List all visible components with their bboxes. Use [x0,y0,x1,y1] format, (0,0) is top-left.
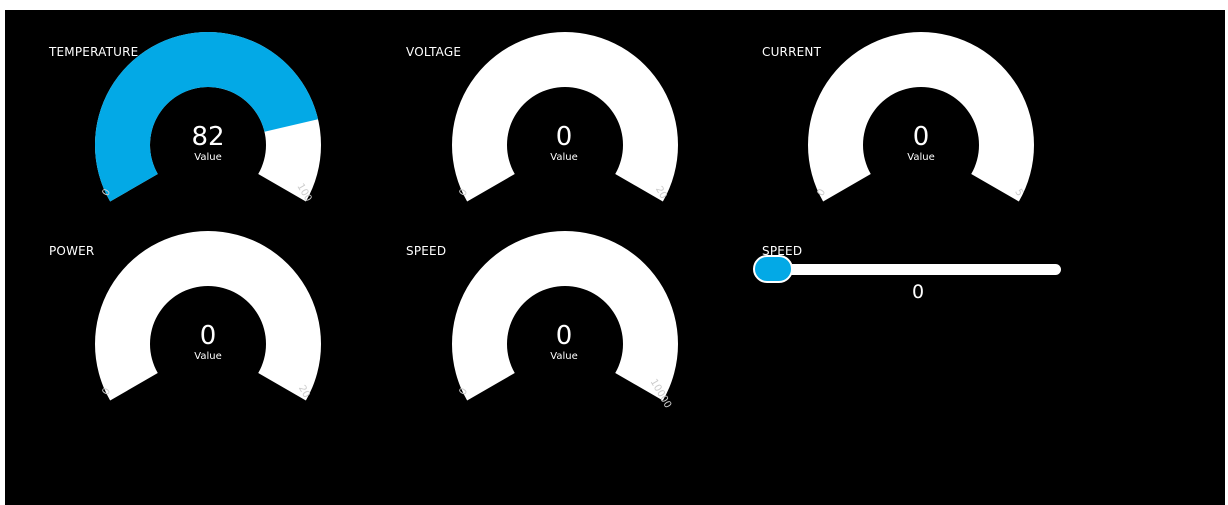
gauge-speed: SPEED 0 Value 0 10000 [406,231,706,414]
gauge-value: 0 [555,321,573,351]
slider-value: 0 [911,281,925,303]
gauge-track [95,231,321,401]
gauge-value: 0 [912,122,930,152]
gauge-current: CURRENT 0 Value 0 5 [762,32,1062,215]
gauge-track [808,32,1034,202]
gauge-value: 0 [199,321,217,351]
gauge-track [452,32,678,202]
gauge-value: 82 [191,122,225,152]
gauge-value: 0 [555,122,573,152]
gauge-caption: Value [194,351,222,362]
gauge-caption: Value [550,351,578,362]
gauge-track [452,231,678,401]
speed-slider-track[interactable] [768,264,1061,275]
gauge-caption: Value [907,152,935,163]
gauge-temperature: TEMPERATURE 82 Value 0 100 [49,31,349,215]
speed-slider-handle[interactable] [753,255,793,283]
gauge-caption: Value [194,152,222,163]
gauge-voltage: VOLTAGE 0 Value 0 20 [406,32,706,215]
gauge-power: POWER 0 Value 0 20 [49,231,349,414]
gauge-caption: Value [550,152,578,163]
